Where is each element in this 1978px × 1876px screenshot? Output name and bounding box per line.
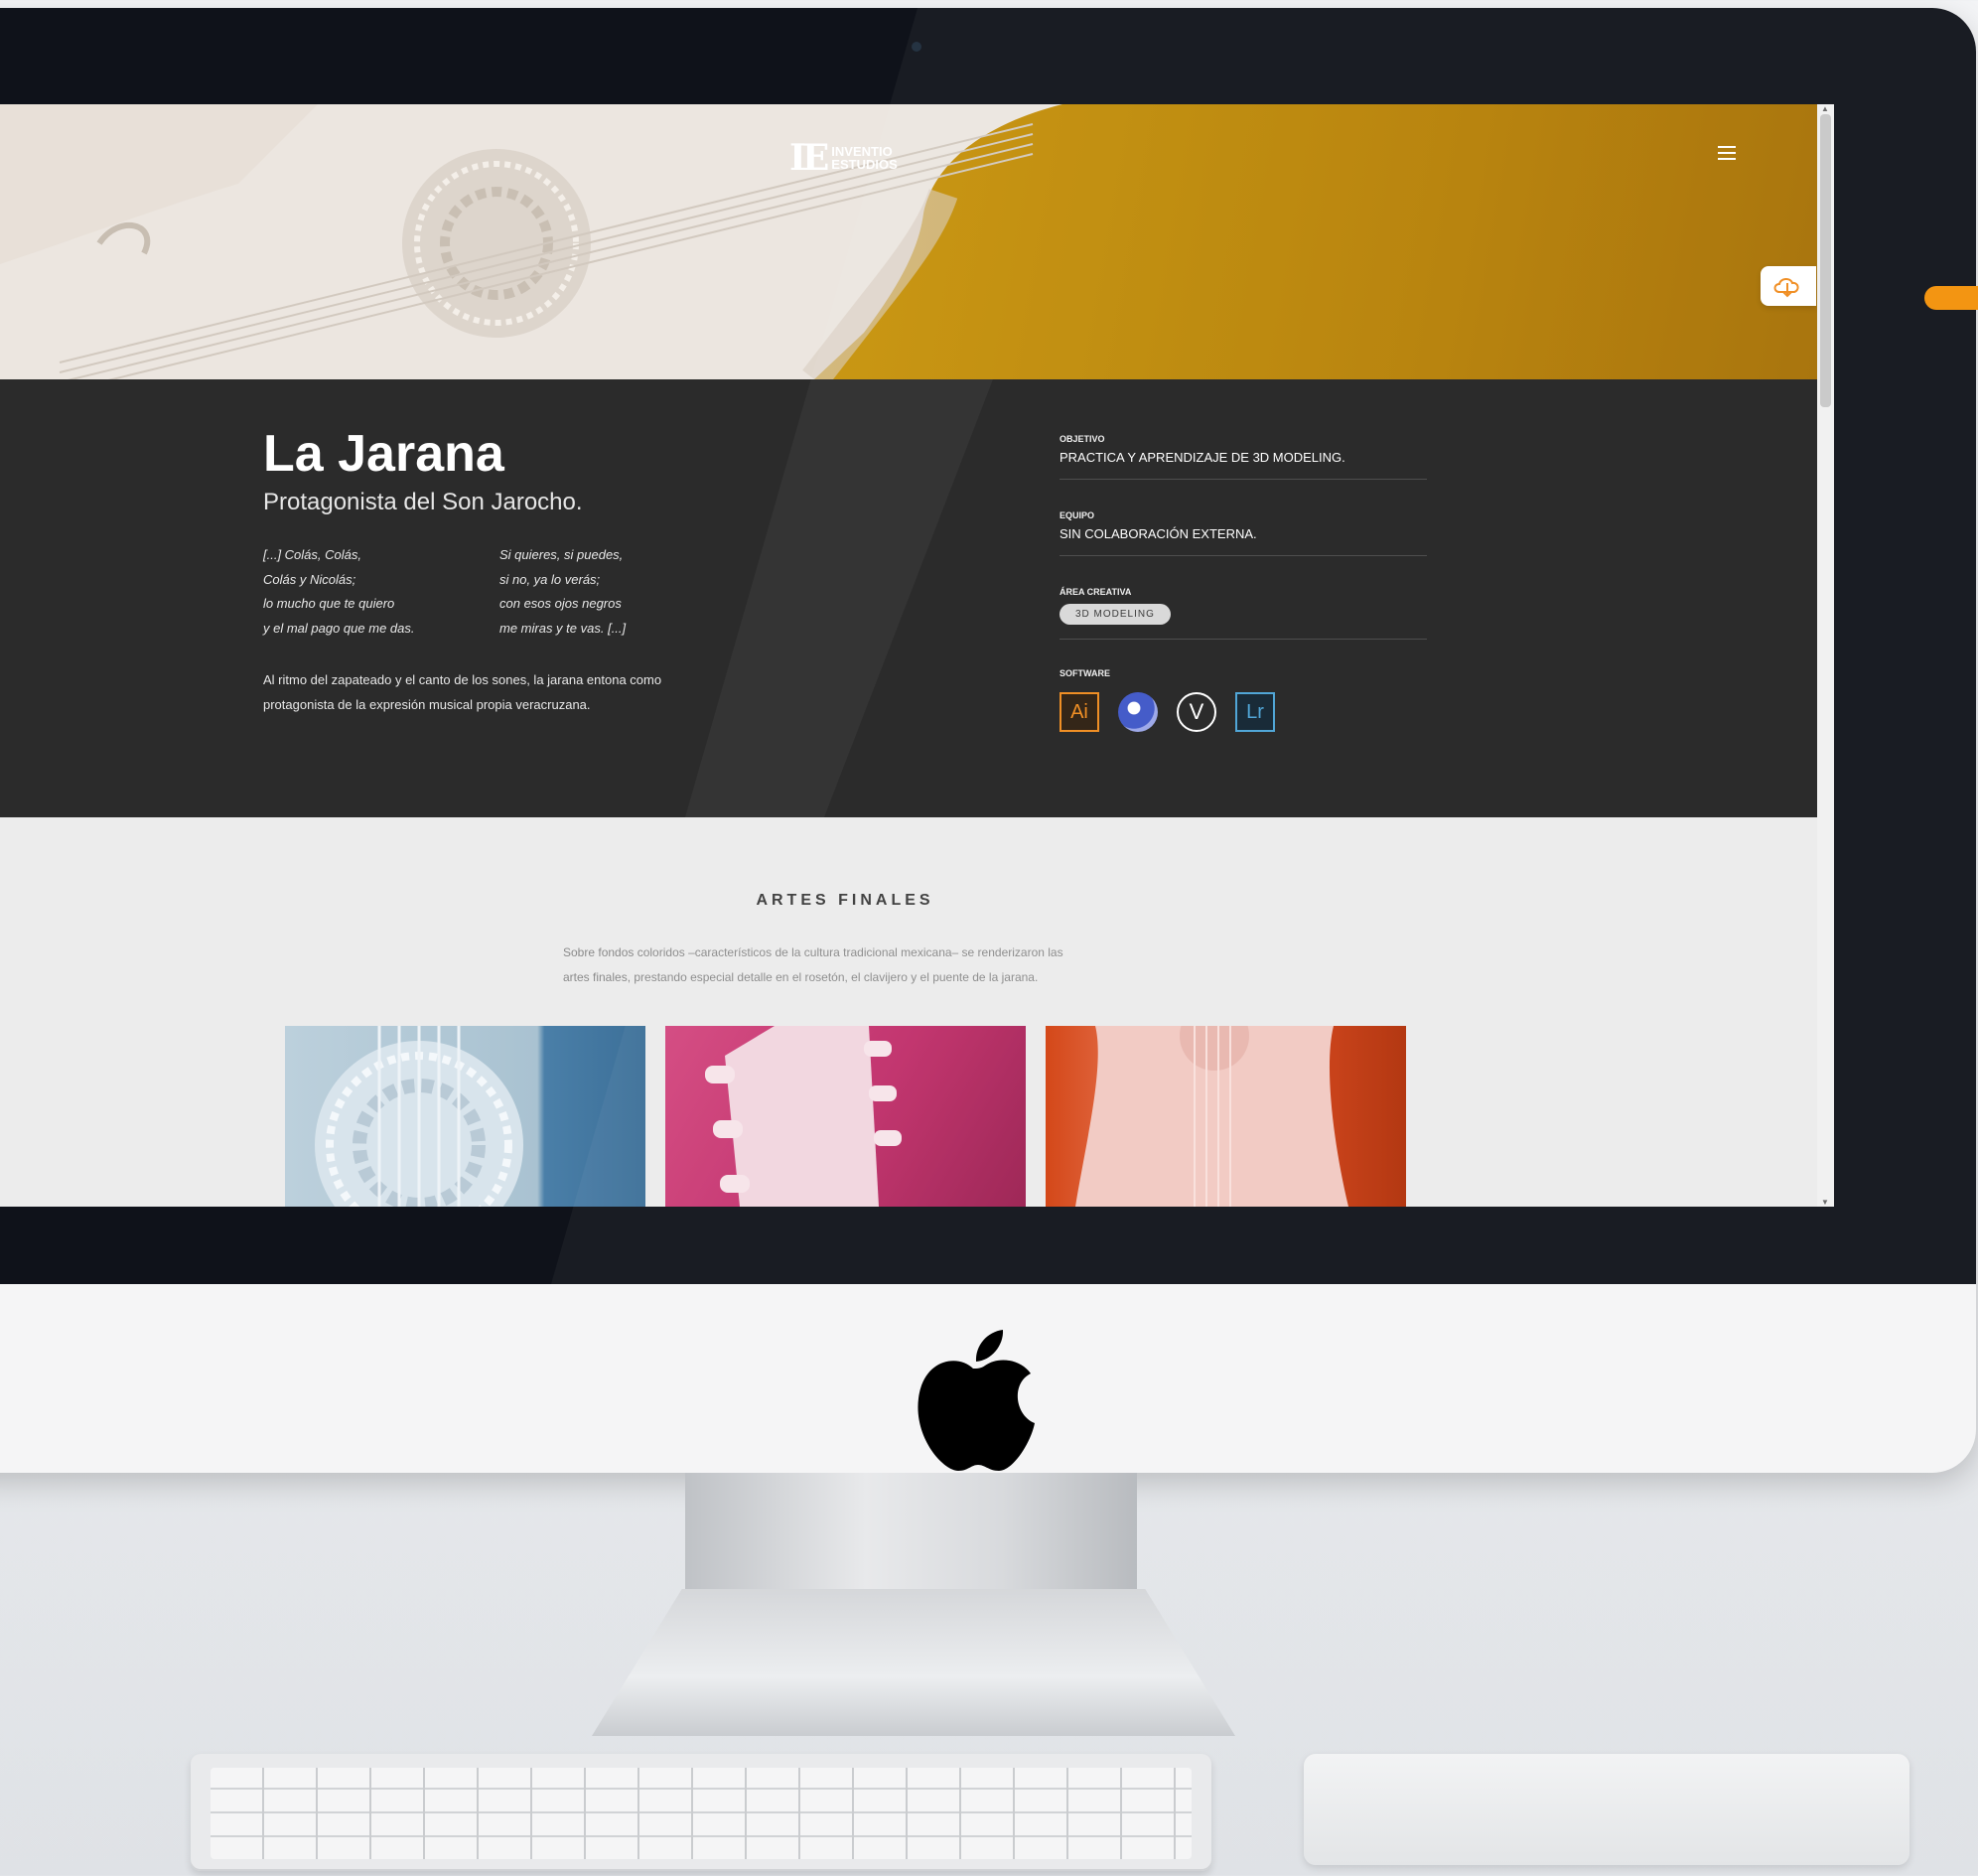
- screen-bezel: IE INVENTIO ESTUDIOS La Jarana Protagoni…: [0, 8, 1976, 1284]
- adobe-lightroom-icon: Lr: [1235, 692, 1275, 732]
- poem-line: me miras y te vas. [...]: [499, 620, 627, 636]
- scroll-up-icon[interactable]: ▲: [1821, 104, 1829, 113]
- objetivo-label: OBJETIVO: [1060, 434, 1105, 444]
- imac-stand-base: [592, 1589, 1235, 1736]
- site-logo[interactable]: IE INVENTIO ESTUDIOS: [789, 137, 898, 179]
- equipo-value: SIN COLABORACIÓN EXTERNA.: [1060, 526, 1257, 541]
- gallery-image-clavijero[interactable]: [665, 1026, 1026, 1207]
- software-label: SOFTWARE: [1060, 668, 1110, 678]
- trackpad: [1304, 1754, 1909, 1865]
- puente-render: [1075, 1026, 1348, 1207]
- artes-finales-title: ARTES FINALES: [756, 892, 934, 909]
- artes-text-line: Sobre fondos coloridos –característicos …: [563, 945, 1063, 959]
- orange-side-tab: [1924, 286, 1978, 310]
- gallery: [285, 1026, 1406, 1207]
- project-info-panel: La Jarana Protagonista del Son Jarocho. …: [0, 379, 1817, 817]
- poem-right: Si quieres, si puedes, si no, ya lo verá…: [499, 543, 626, 641]
- meta-area-creativa: ÁREA CREATIVA 3D MODELING: [1060, 587, 1427, 640]
- equipo-label: EQUIPO: [1060, 510, 1095, 520]
- logo-text-estudios: ESTUDIOS: [831, 157, 898, 172]
- cloud-download-button[interactable]: [1761, 266, 1816, 306]
- software-icons: Ai V Lr: [1060, 692, 1427, 732]
- divider: [1060, 555, 1427, 556]
- poem-line: Si quieres, si puedes,: [499, 547, 624, 562]
- logo-mark: IE: [789, 137, 829, 179]
- poem-line: y el mal pago que me das.: [263, 620, 415, 636]
- cloud-download-icon: [1773, 278, 1799, 298]
- gallery-image-roseton[interactable]: [285, 1026, 645, 1207]
- meta-objetivo: OBJETIVO PRACTICA Y APRENDIZAJE DE 3D MO…: [1060, 434, 1427, 480]
- artes-text-line: artes finales, prestando especial detall…: [563, 970, 1039, 984]
- hamburger-menu-icon[interactable]: [1718, 146, 1736, 160]
- poem-left: [...] Colás, Colás, Colás y Nicolás; lo …: [263, 543, 414, 641]
- poem-line: con esos ojos negros: [499, 596, 622, 611]
- jarana-hero-image: [0, 104, 1062, 379]
- poem-line: Colás y Nicolás;: [263, 571, 356, 587]
- project-subtitle: Protagonista del Son Jarocho.: [263, 489, 583, 515]
- meta-equipo: EQUIPO SIN COLABORACIÓN EXTERNA.: [1060, 510, 1427, 556]
- poem-line: [...] Colás, Colás,: [263, 547, 361, 562]
- clavijero-render: [705, 1026, 902, 1207]
- keyboard: [191, 1754, 1211, 1871]
- roseton-render: [315, 1026, 523, 1207]
- imac-monitor: IE INVENTIO ESTUDIOS La Jarana Protagoni…: [0, 8, 1976, 1473]
- camera-icon: [912, 42, 921, 52]
- project-title: La Jarana: [263, 425, 504, 483]
- cinema-4d-icon: [1118, 692, 1158, 732]
- divider: [1060, 479, 1427, 480]
- apple-logo-icon: [918, 1330, 1035, 1471]
- browser-viewport: IE INVENTIO ESTUDIOS La Jarana Protagoni…: [0, 104, 1834, 1207]
- hero-banner: IE INVENTIO ESTUDIOS: [0, 104, 1817, 379]
- page-scrollbar[interactable]: ▲ ▼: [1817, 104, 1834, 1207]
- scrollbar-thumb[interactable]: [1820, 114, 1831, 407]
- adobe-illustrator-icon: Ai: [1060, 692, 1099, 732]
- objetivo-value: PRACTICA Y APRENDIZAJE DE 3D MODELING.: [1060, 450, 1345, 465]
- scroll-down-icon[interactable]: ▼: [1821, 1198, 1829, 1207]
- poem-line: lo mucho que te quiero: [263, 596, 395, 611]
- vray-icon: V: [1177, 692, 1216, 732]
- gallery-image-puente[interactable]: [1046, 1026, 1406, 1207]
- meta-software: SOFTWARE Ai V Lr: [1060, 668, 1427, 732]
- area-chip[interactable]: 3D MODELING: [1060, 604, 1171, 625]
- divider: [1060, 639, 1427, 640]
- project-description: Al ritmo del zapateado y el canto de los…: [263, 672, 662, 712]
- artes-finales-text: Sobre fondos coloridos –característicos …: [563, 940, 1159, 990]
- poem-line: si no, ya lo verás;: [499, 571, 601, 587]
- area-label: ÁREA CREATIVA: [1060, 587, 1132, 597]
